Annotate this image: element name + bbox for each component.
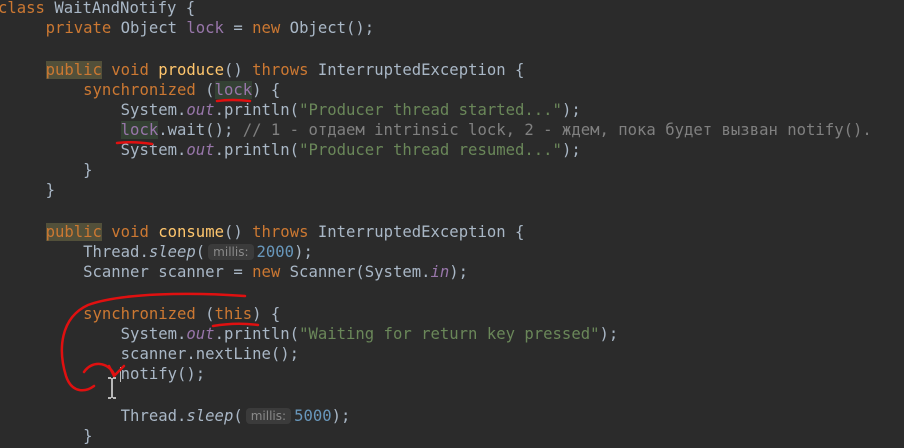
code-line[interactable]: Thread.sleep(millis: 2000); bbox=[8, 242, 313, 262]
keyword: throws bbox=[252, 61, 309, 79]
string-literal: "Producer thread resumed..." bbox=[299, 141, 562, 159]
keyword: new bbox=[252, 263, 281, 281]
method-name: produce bbox=[158, 61, 224, 79]
class-name: WaitAndNotify { bbox=[44, 0, 196, 17]
code-text: Object bbox=[111, 19, 187, 37]
editor-gutter bbox=[0, 0, 8, 448]
code-line[interactable]: } bbox=[8, 160, 93, 180]
code-line[interactable]: synchronized (lock) { bbox=[8, 80, 280, 100]
method-name: consume bbox=[158, 223, 224, 241]
number-literal: 5000 bbox=[294, 407, 332, 425]
static-field: out bbox=[186, 101, 215, 119]
code-text: InterruptedException { bbox=[308, 223, 525, 241]
parameter-hint: millis: bbox=[208, 244, 254, 260]
code-line[interactable]: public void produce() throws Interrupted… bbox=[8, 60, 524, 80]
keyword: private bbox=[45, 19, 112, 37]
i-beam-icon bbox=[108, 377, 116, 399]
parameter-hint: millis: bbox=[245, 408, 292, 424]
string-literal: "Producer thread started..." bbox=[299, 101, 562, 119]
code-line[interactable]: System.out.println("Producer thread star… bbox=[8, 100, 581, 120]
code-text: Object(); bbox=[280, 19, 375, 37]
code-line[interactable]: synchronized (this) { bbox=[8, 304, 280, 324]
code-line[interactable]: } bbox=[8, 426, 93, 446]
static-method: sleep bbox=[186, 407, 234, 425]
closing-brace: } bbox=[83, 161, 93, 179]
keyword: public bbox=[45, 61, 102, 79]
keyword: this bbox=[214, 305, 253, 323]
code-line[interactable]: Scanner scanner = new Scanner(System.in)… bbox=[8, 262, 468, 282]
code-line[interactable]: public void consume() throws Interrupted… bbox=[8, 222, 524, 242]
comment: // 1 - отдаем intrinsic lock, 2 - ждем, … bbox=[242, 121, 872, 139]
code-line[interactable]: lock.wait(); // 1 - отдаем intrinsic loc… bbox=[8, 120, 872, 140]
code-line[interactable]: class WaitAndNotify { bbox=[0, 0, 195, 18]
code-line[interactable]: System.out.println("Waiting for return k… bbox=[8, 324, 619, 344]
code-text: = bbox=[223, 19, 253, 37]
static-field: out bbox=[186, 141, 215, 159]
field-name: lock bbox=[120, 121, 159, 139]
keyword: synchronized bbox=[83, 81, 196, 99]
code-line[interactable]: System.out.println("Producer thread resu… bbox=[8, 140, 581, 160]
static-field: in bbox=[430, 263, 450, 281]
code-text: InterruptedException { bbox=[308, 61, 525, 79]
field-name: lock bbox=[186, 19, 224, 37]
code-line[interactable]: Thread.sleep(millis: 5000); bbox=[8, 406, 351, 426]
text-caret bbox=[120, 367, 121, 382]
string-literal: "Waiting for return key pressed" bbox=[299, 325, 600, 343]
keyword: class bbox=[0, 0, 45, 17]
code-line[interactable]: } bbox=[8, 180, 55, 200]
static-method: sleep bbox=[148, 243, 196, 261]
code-text: scanner.nextLine(); bbox=[120, 345, 300, 363]
keyword: void bbox=[111, 223, 149, 241]
keyword: throws bbox=[252, 223, 309, 241]
number-literal: 2000 bbox=[256, 243, 295, 261]
code-line[interactable]: scanner.nextLine(); bbox=[8, 344, 299, 364]
keyword: new bbox=[252, 19, 281, 37]
code-line[interactable]: private Object lock = new Object(); bbox=[8, 18, 375, 38]
keyword: synchronized bbox=[83, 305, 196, 323]
code-editor[interactable]: class WaitAndNotify { private Object loc… bbox=[0, 0, 904, 448]
keyword: void bbox=[111, 61, 149, 79]
static-field: out bbox=[186, 325, 215, 343]
field-name: lock bbox=[214, 81, 253, 99]
keyword: public bbox=[45, 223, 102, 241]
code-text: notify(); bbox=[120, 365, 206, 383]
closing-brace: } bbox=[83, 427, 93, 445]
closing-brace: } bbox=[45, 181, 55, 199]
